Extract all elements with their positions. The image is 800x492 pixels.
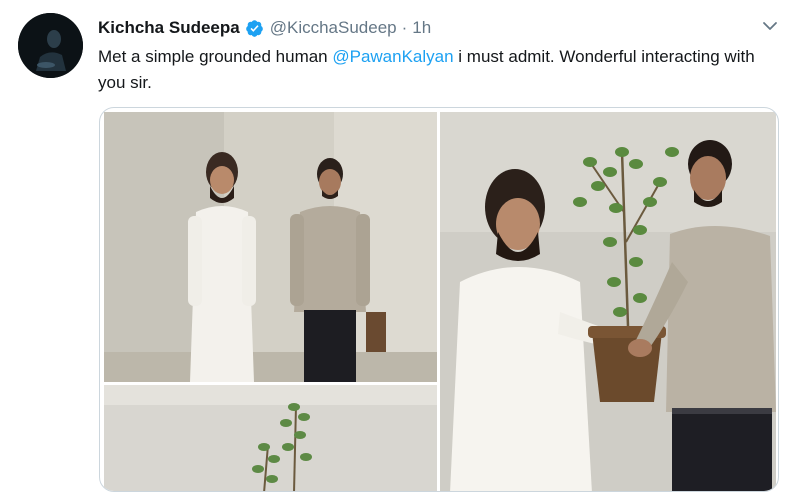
author-name[interactable]: Kichcha Sudeepa (98, 18, 240, 38)
photo-1[interactable] (104, 112, 437, 382)
timestamp[interactable]: 1h (412, 18, 431, 38)
mention-link[interactable]: @PawanKalyan (332, 47, 453, 66)
separator-dot: · (401, 18, 408, 37)
avatar-image (18, 13, 83, 78)
media-grid (99, 107, 779, 492)
verified-badge-icon (245, 19, 264, 38)
tweet-text-part-1: Met a simple grounded human (98, 47, 333, 66)
photo-3[interactable] (440, 112, 776, 491)
chevron-down-icon[interactable] (760, 16, 780, 36)
author-handle[interactable]: @KicchaSudeep (270, 18, 397, 38)
tweet-text: Met a simple grounded human @PawanKalyan… (98, 44, 778, 96)
photo-2[interactable] (104, 385, 437, 491)
tweet-header: Kichcha Sudeepa @KicchaSudeep · 1h (98, 16, 431, 40)
avatar[interactable] (18, 13, 83, 78)
